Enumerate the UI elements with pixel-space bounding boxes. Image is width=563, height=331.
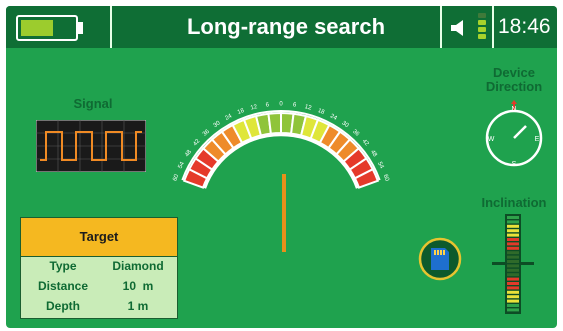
gauge-tick-label: 36 bbox=[351, 129, 360, 138]
gauge-tick-label: 24 bbox=[329, 113, 338, 122]
inclination-meter bbox=[492, 214, 534, 314]
inclination-segment bbox=[507, 290, 519, 294]
signal-bar bbox=[478, 34, 486, 39]
inclination-segment bbox=[507, 286, 519, 290]
gauge-tick-label: 54 bbox=[178, 160, 187, 169]
device-direction-label-line2: Direction bbox=[485, 79, 543, 94]
inclination-segment bbox=[507, 308, 519, 312]
gauge-tick-label: 18 bbox=[237, 108, 246, 116]
inclination-label: Inclination bbox=[481, 195, 547, 210]
inclination-segment bbox=[507, 260, 519, 263]
gauge-tick-label: 30 bbox=[213, 120, 222, 129]
signal-bar bbox=[478, 20, 486, 25]
gauge-tick-label: 6 bbox=[265, 102, 270, 108]
target-key: Depth bbox=[46, 299, 80, 313]
compass-w: W bbox=[488, 136, 495, 143]
target-row-type: Type Diamond bbox=[21, 257, 177, 277]
gauge-tick-label: 18 bbox=[317, 108, 326, 116]
gauge-tick-label: 48 bbox=[184, 149, 193, 158]
inclination-segment bbox=[507, 268, 519, 272]
target-value: 10 m bbox=[122, 279, 154, 293]
inclination-segment bbox=[507, 299, 519, 303]
inclination-segment bbox=[507, 220, 519, 224]
gauge-tick-label: 48 bbox=[369, 149, 378, 158]
clock: 18:46 bbox=[498, 15, 551, 38]
separator bbox=[440, 6, 442, 48]
inclination-segment bbox=[507, 277, 519, 281]
signal-bar bbox=[478, 27, 486, 32]
gauge-tick-label: 42 bbox=[192, 138, 201, 147]
inclination-segment bbox=[507, 216, 519, 219]
gauge-tick-label: 30 bbox=[340, 120, 349, 129]
target-value: Diamond bbox=[112, 259, 164, 273]
inclination-segment bbox=[507, 246, 519, 250]
gauge-tick-label: 54 bbox=[376, 161, 385, 170]
compass-s: S bbox=[512, 161, 517, 168]
gauge-tick-label: 0 bbox=[279, 102, 283, 108]
device-direction-label: Device Direction bbox=[476, 66, 552, 94]
signal-waveform bbox=[36, 120, 146, 172]
gauge-tick-label: 12 bbox=[304, 104, 313, 112]
gauge-tick-label: 60 bbox=[172, 173, 180, 182]
inclination-segment bbox=[507, 251, 519, 255]
gauge-segment bbox=[267, 111, 282, 135]
gauge-tick-label: 24 bbox=[224, 113, 233, 122]
proximity-gauge: 605448423630241812 6 0 6 121824303642485460 bbox=[172, 102, 390, 189]
target-key: Distance bbox=[37, 279, 89, 293]
compass-icon: N E S W bbox=[485, 100, 543, 168]
gauge-tick-label: 60 bbox=[382, 174, 390, 183]
page-title: Long-range search bbox=[186, 14, 386, 39]
gauge-tick-label: 12 bbox=[250, 104, 259, 112]
inclination-segment bbox=[507, 264, 519, 268]
inclination-segment bbox=[507, 304, 519, 307]
speaker-icon[interactable] bbox=[449, 18, 469, 38]
gauge-needle bbox=[282, 174, 286, 252]
inclination-segment bbox=[507, 295, 519, 299]
status-bar: Long-range search 18:46 bbox=[6, 6, 557, 48]
signal-strength-icon bbox=[478, 13, 486, 39]
compass-n: N bbox=[511, 106, 516, 113]
inclination-segment bbox=[507, 255, 519, 259]
sd-card-button[interactable] bbox=[418, 237, 462, 281]
inclination-segment bbox=[507, 229, 519, 233]
gauge-tick-label: 6 bbox=[293, 102, 298, 108]
inclination-segment bbox=[507, 282, 519, 285]
signal-bar bbox=[478, 13, 486, 18]
separator bbox=[492, 6, 494, 48]
target-header: Target bbox=[21, 218, 177, 257]
target-key: Type bbox=[49, 259, 77, 273]
inclination-segment bbox=[507, 233, 519, 237]
inclination-segment bbox=[507, 224, 519, 228]
separator bbox=[110, 6, 112, 48]
app-window: Long-range search 18:46 Signal 60 54 48 42 3… bbox=[6, 6, 557, 328]
target-row-depth: Depth 1 m bbox=[21, 297, 177, 317]
inclination-segment bbox=[507, 273, 519, 277]
inclination-segment bbox=[507, 242, 519, 246]
device-direction-label-line1: Device bbox=[493, 65, 535, 80]
gauge-tick-label: 42 bbox=[361, 138, 370, 147]
inclination-segment bbox=[507, 238, 519, 241]
gauge-tick-label: 36 bbox=[202, 128, 211, 137]
target-value: 1 m bbox=[127, 299, 149, 313]
battery-icon bbox=[16, 15, 83, 41]
target-row-distance: Distance 10 m bbox=[21, 277, 177, 297]
signal-label: Signal bbox=[73, 96, 113, 111]
compass-e: E bbox=[535, 136, 540, 143]
target-panel: Target Type Diamond Distance 10 m Depth … bbox=[20, 217, 178, 319]
